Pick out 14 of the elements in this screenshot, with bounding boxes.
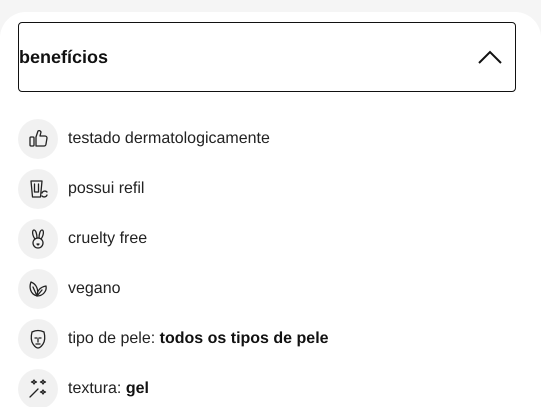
- benefit-text: vegano: [68, 280, 120, 298]
- refill-cup-icon: [18, 169, 58, 209]
- accordion-header[interactable]: benefícios: [18, 22, 516, 92]
- benefit-text: textura: gel: [68, 380, 149, 398]
- leaves-icon: [18, 269, 58, 309]
- thumbs-up-icon: [18, 119, 58, 159]
- chevron-up-icon: [477, 49, 503, 65]
- magic-wand-icon: [18, 369, 58, 407]
- rabbit-icon: [18, 219, 58, 259]
- face-icon: [18, 319, 58, 359]
- benefit-text: testado dermatologicamente: [68, 130, 270, 148]
- benefit-text: cruelty free: [68, 230, 148, 248]
- benefit-text: possui refil: [68, 180, 144, 198]
- benefit-text: tipo de pele: todos os tipos de pele: [68, 330, 329, 348]
